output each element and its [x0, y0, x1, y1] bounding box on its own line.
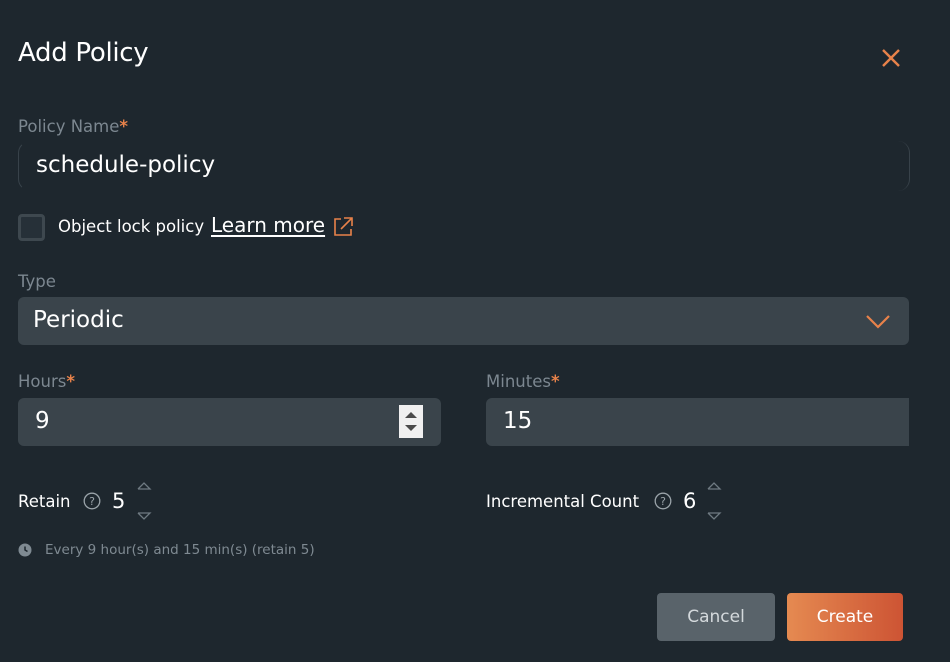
- object-lock-label: Object lock policy: [58, 217, 205, 236]
- policy-name-label-text: Policy Name: [18, 117, 120, 136]
- minutes-input[interactable]: 15: [486, 398, 909, 446]
- increment-icon[interactable]: [136, 480, 152, 492]
- incremental-count-value[interactable]: 6: [683, 489, 696, 513]
- type-label: Type: [18, 272, 56, 291]
- object-lock-checkbox[interactable]: [18, 214, 45, 241]
- input-border-right: [898, 141, 910, 191]
- learn-more-link[interactable]: Learn more: [211, 213, 325, 237]
- decrement-icon[interactable]: [136, 510, 152, 522]
- help-icon[interactable]: ?: [83, 492, 101, 510]
- schedule-summary: Every 9 hour(s) and 15 min(s) (retain 5): [45, 542, 315, 558]
- minutes-label-text: Minutes: [486, 372, 551, 391]
- policy-name-value[interactable]: schedule-policy: [36, 152, 215, 178]
- required-mark: *: [550, 372, 560, 391]
- dialog-title: Add Policy: [18, 38, 149, 68]
- close-icon: [882, 49, 900, 67]
- type-select-value: Periodic: [33, 307, 124, 333]
- hours-input[interactable]: 9: [18, 398, 441, 446]
- policy-name-input[interactable]: schedule-policy: [18, 141, 910, 191]
- policy-name-label: Policy Name*: [18, 117, 128, 136]
- help-icon[interactable]: ?: [654, 492, 672, 510]
- increment-icon[interactable]: [405, 412, 417, 418]
- required-mark: *: [66, 372, 75, 391]
- close-button[interactable]: [878, 45, 904, 71]
- clock-icon: [18, 543, 32, 557]
- create-button[interactable]: Create: [787, 593, 903, 641]
- decrement-icon[interactable]: [706, 510, 722, 522]
- minutes-label: Minutes*: [486, 372, 560, 391]
- hours-spinner[interactable]: [399, 405, 423, 438]
- retain-label: Retain: [18, 492, 71, 511]
- svg-text:?: ?: [660, 495, 666, 508]
- cancel-button[interactable]: Cancel: [657, 593, 775, 641]
- decrement-icon[interactable]: [405, 425, 417, 431]
- hours-label-text: Hours: [18, 372, 67, 391]
- type-select[interactable]: Periodic: [18, 297, 909, 345]
- incremental-count-label: Incremental Count: [486, 492, 640, 511]
- retain-value[interactable]: 5: [112, 489, 125, 513]
- hours-value[interactable]: 9: [35, 408, 50, 434]
- svg-text:?: ?: [89, 495, 95, 508]
- required-mark: *: [119, 117, 129, 136]
- hours-label: Hours*: [18, 372, 75, 391]
- input-border-left: [18, 141, 30, 191]
- minutes-value[interactable]: 15: [503, 408, 532, 434]
- external-link-icon[interactable]: [332, 216, 354, 238]
- increment-icon[interactable]: [706, 480, 722, 492]
- chevron-down-icon: [866, 315, 890, 329]
